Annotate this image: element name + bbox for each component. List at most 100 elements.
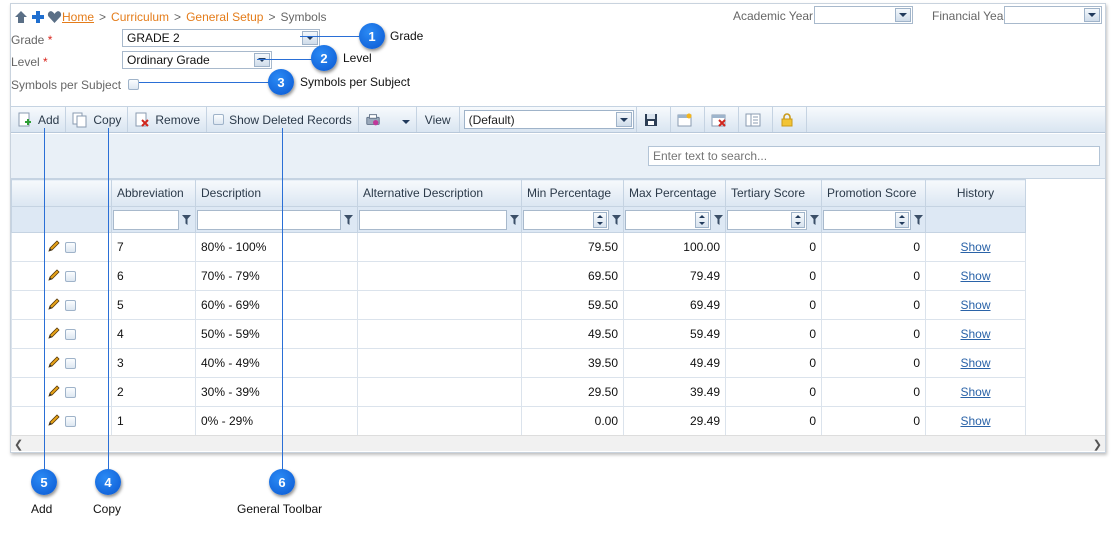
history-show-link[interactable]: Show (960, 385, 990, 399)
copy-label: Copy (93, 112, 122, 127)
filter-icon[interactable] (914, 214, 923, 225)
remove-button[interactable]: Remove (128, 107, 208, 132)
filter-tertiary-score-input[interactable] (727, 209, 807, 230)
filter-min-percentage-input[interactable] (523, 209, 609, 230)
history-cell: Show (925, 348, 1026, 378)
up-arrow-icon[interactable] (13, 10, 28, 25)
breadcrumb-home-link[interactable]: Home (62, 10, 94, 24)
edit-pencil-icon[interactable] (47, 297, 61, 314)
column-header-min-percentage[interactable]: Min Percentage (521, 179, 624, 207)
filter-icon[interactable] (182, 214, 191, 225)
edit-pencil-icon[interactable] (47, 355, 61, 372)
callout-connector (44, 128, 45, 470)
add-button[interactable]: Add (11, 107, 67, 132)
view-select[interactable]: (Default) (463, 110, 634, 129)
spinner-icon[interactable] (791, 211, 805, 228)
column-header-history[interactable]: History (925, 179, 1026, 207)
scroll-left-icon[interactable]: ❮ (14, 438, 23, 451)
symbols-grid: Abbreviation Description Alternative Des… (11, 179, 1026, 436)
filter-promotion-score-input[interactable] (823, 209, 911, 230)
row-select-checkbox[interactable] (65, 357, 76, 369)
column-header-tertiary-score[interactable]: Tertiary Score (725, 179, 822, 207)
description-cell: 0% - 29% (195, 406, 358, 436)
spinner-icon[interactable] (895, 211, 909, 228)
column-chooser-button[interactable] (739, 107, 773, 132)
row-select-checkbox[interactable] (65, 386, 76, 398)
delete-view-button[interactable] (705, 107, 739, 132)
column-header-max-percentage[interactable]: Max Percentage (623, 179, 726, 207)
breadcrumb-curriculum-link[interactable]: Curriculum (111, 10, 169, 24)
edit-pencil-icon[interactable] (47, 384, 61, 401)
edit-pencil-icon[interactable] (47, 413, 61, 430)
callout-label-add: Add (31, 502, 53, 516)
table-row[interactable]: 1 0% - 29% 0.00 29.49 0 0 Show (11, 406, 1026, 436)
filter-max-percentage-input[interactable] (625, 209, 711, 230)
filter-icon[interactable] (612, 214, 621, 225)
grade-select[interactable]: GRADE 2 (122, 29, 320, 47)
table-row[interactable]: 4 50% - 59% 49.50 59.49 0 0 Show (11, 319, 1026, 349)
column-header-description[interactable]: Description (195, 179, 358, 207)
table-row[interactable]: 7 80% - 100% 79.50 100.00 0 0 Show (11, 232, 1026, 262)
breadcrumb-general-setup-link[interactable]: General Setup (186, 10, 263, 24)
edit-pencil-icon[interactable] (47, 268, 61, 285)
chevron-down-icon[interactable] (1084, 8, 1100, 22)
history-show-link[interactable]: Show (960, 414, 990, 428)
export-menu-button[interactable] (359, 107, 417, 132)
min-percentage-cell: 79.50 (521, 232, 624, 262)
add-document-icon (17, 112, 33, 128)
filter-abbreviation-input[interactable] (113, 209, 179, 230)
filter-description-input[interactable] (197, 209, 341, 230)
history-show-link[interactable]: Show (960, 240, 990, 254)
column-header-abbreviation[interactable]: Abbreviation (111, 179, 196, 207)
callout-connector (108, 128, 109, 470)
symbols-per-subject-checkbox[interactable] (128, 79, 139, 90)
row-select-checkbox[interactable] (65, 299, 76, 311)
filter-icon[interactable] (510, 214, 519, 225)
row-select-checkbox[interactable] (65, 415, 76, 427)
chevron-down-icon[interactable] (254, 53, 270, 67)
academic-year-select[interactable] (814, 6, 913, 24)
history-show-link[interactable]: Show (960, 327, 990, 341)
history-show-link[interactable]: Show (960, 298, 990, 312)
show-deleted-checkbox[interactable] (213, 114, 225, 125)
filter-alt-description-input[interactable] (359, 209, 507, 230)
row-select-checkbox[interactable] (65, 270, 76, 282)
table-row[interactable]: 5 60% - 69% 59.50 69.49 0 0 Show (11, 290, 1026, 320)
chevron-down-icon[interactable] (615, 112, 632, 127)
table-row[interactable]: 2 30% - 39% 29.50 39.49 0 0 Show (11, 377, 1026, 407)
alternative-description-cell (357, 348, 522, 378)
row-select-checkbox[interactable] (65, 241, 76, 253)
copy-button[interactable]: Copy (66, 107, 129, 132)
table-row[interactable]: 6 70% - 79% 69.50 79.49 0 0 Show (11, 261, 1026, 291)
financial-year-select[interactable] (1004, 6, 1102, 24)
filter-icon[interactable] (714, 214, 723, 225)
breadcrumb-separator: > (174, 10, 182, 24)
filter-icon[interactable] (810, 214, 819, 225)
history-show-link[interactable]: Show (960, 269, 990, 283)
edit-pencil-icon[interactable] (47, 239, 61, 256)
spinner-icon[interactable] (593, 211, 607, 228)
favorite-heart-icon[interactable] (47, 10, 62, 25)
column-header-alternative-description[interactable]: Alternative Description (357, 179, 522, 207)
row-select-checkbox[interactable] (65, 328, 76, 340)
column-header-promotion-score[interactable]: Promotion Score (821, 179, 926, 207)
new-view-button[interactable] (671, 107, 705, 132)
add-favorite-icon[interactable] (30, 10, 45, 25)
search-input[interactable] (648, 146, 1100, 166)
spinner-icon[interactable] (695, 211, 709, 228)
save-view-button[interactable] (635, 107, 671, 132)
edit-pencil-icon[interactable] (47, 326, 61, 343)
lock-layout-button[interactable] (773, 107, 807, 132)
chevron-down-icon[interactable] (302, 31, 318, 45)
filter-icon[interactable] (344, 214, 353, 225)
history-show-link[interactable]: Show (960, 356, 990, 370)
tertiary-score-cell: 0 (725, 232, 822, 262)
horizontal-scrollbar[interactable]: ❮ ❯ (11, 435, 1105, 451)
promotion-score-cell: 0 (821, 377, 926, 407)
level-select[interactable]: Ordinary Grade (122, 51, 272, 69)
max-percentage-cell: 69.49 (623, 290, 726, 320)
chevron-down-icon[interactable] (401, 113, 410, 127)
chevron-down-icon[interactable] (895, 8, 911, 22)
scroll-right-icon[interactable]: ❯ (1093, 438, 1102, 451)
table-row[interactable]: 3 40% - 49% 39.50 49.49 0 0 Show (11, 348, 1026, 378)
